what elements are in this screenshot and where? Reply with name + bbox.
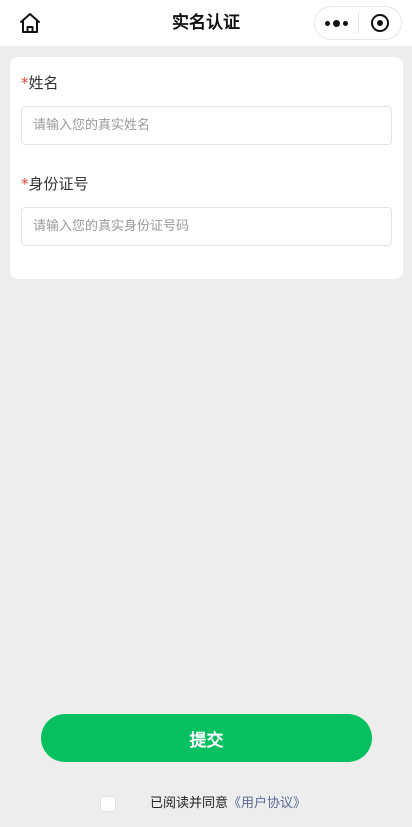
name-label-text: 姓名 <box>28 74 59 92</box>
mini-program-capsule <box>314 6 402 40</box>
more-button[interactable] <box>315 7 358 39</box>
home-button[interactable] <box>16 10 44 36</box>
id-number-label-text: 身份证号 <box>28 175 89 193</box>
id-number-label: *身份证号 <box>21 174 89 194</box>
agreement-statement: 已阅读并同意 <box>150 796 229 811</box>
navigation-bar: 实名认证 <box>0 0 412 46</box>
verification-form-card: *姓名 *身份证号 <box>10 57 403 279</box>
agreement-text: 已阅读并同意《用户协议》 <box>150 794 306 814</box>
required-mark: * <box>21 74 29 92</box>
user-agreement-link[interactable]: 《用户协议》 <box>228 796 306 811</box>
submit-button[interactable]: 提交 <box>41 714 372 762</box>
close-button[interactable] <box>359 7 401 39</box>
name-label: *姓名 <box>21 73 59 93</box>
name-input[interactable] <box>21 106 392 145</box>
agreement-checkbox[interactable] <box>100 796 116 812</box>
required-mark: * <box>21 175 29 193</box>
id-number-input[interactable] <box>21 207 392 246</box>
page: 实名认证 *姓名 *身份证号 提交 已阅读 <box>0 0 412 827</box>
target-circle-icon <box>370 14 389 32</box>
home-icon <box>20 13 40 33</box>
more-dots-icon <box>325 19 348 27</box>
